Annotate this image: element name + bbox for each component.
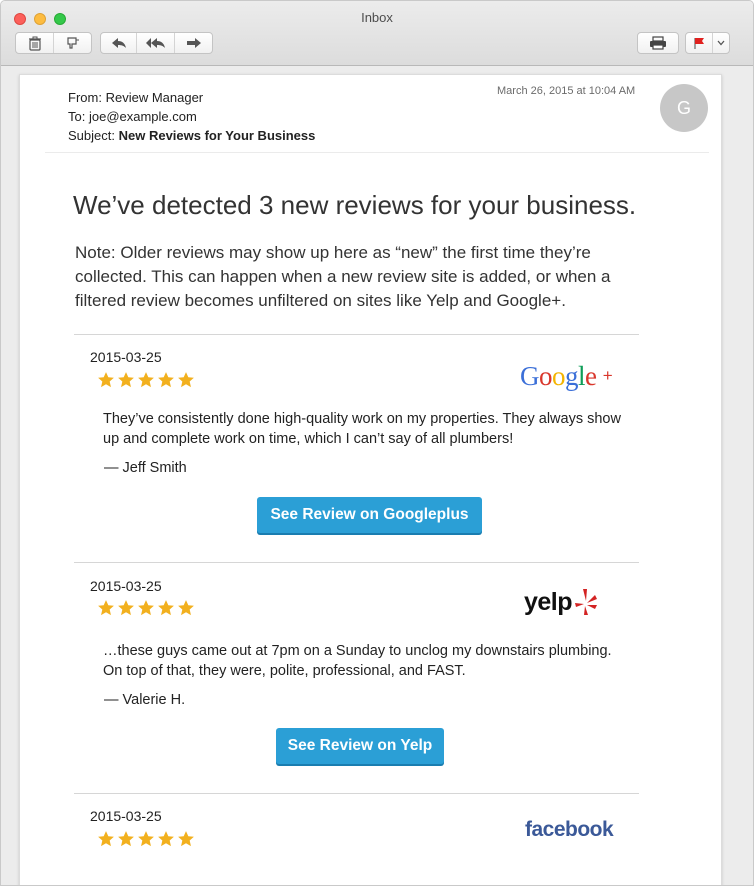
delete-button[interactable]	[16, 33, 54, 53]
mail-window: Inbox From: Review Manager To: joe@examp…	[0, 0, 754, 886]
yelp-logo-text: yelp	[524, 587, 573, 616]
reply-icon	[111, 38, 126, 48]
to-line: To: joe@example.com	[68, 109, 197, 124]
star-icon	[98, 600, 114, 616]
review-date: 2015-03-25	[90, 349, 162, 365]
review-date: 2015-03-25	[90, 578, 162, 594]
subject-label: Subject:	[68, 128, 115, 143]
message-date: March 26, 2015 at 10:04 AM	[497, 85, 636, 97]
print-group	[637, 32, 679, 54]
print-icon	[650, 36, 666, 50]
star-icon	[158, 831, 174, 847]
facebook-logo-text: facebook	[525, 818, 614, 841]
junk-button[interactable]	[54, 33, 91, 53]
star-icon	[178, 831, 194, 847]
star-icon	[178, 372, 194, 388]
google-plus-logo: Google +	[520, 361, 613, 392]
star-icon	[98, 831, 114, 847]
google-plus-sign: +	[602, 366, 613, 385]
forward-button[interactable]	[175, 33, 212, 53]
email-headline: We’ve detected 3 new reviews for your bu…	[73, 190, 637, 220]
from-value[interactable]: Review Manager	[106, 90, 204, 105]
star-rating	[97, 599, 195, 617]
flag-icon	[694, 37, 704, 49]
review-text: They’ve consistently done high-quality w…	[103, 411, 621, 447]
message-viewer: From: Review Manager To: joe@example.com…	[1, 66, 753, 885]
from-label: From:	[68, 90, 102, 105]
subject-value: New Reviews for Your Business	[118, 128, 316, 143]
flag-menu-button[interactable]	[713, 33, 729, 53]
to-label: To:	[68, 109, 86, 124]
star-rating	[97, 830, 195, 848]
reply-button[interactable]	[101, 33, 137, 53]
star-icon	[178, 600, 194, 616]
to-value[interactable]: joe@example.com	[89, 109, 197, 124]
message-body: From: Review Manager To: joe@example.com…	[19, 74, 722, 885]
review-date: 2015-03-25	[90, 808, 162, 824]
window-title: Inbox	[361, 10, 393, 25]
yelp-logo: yelp	[524, 587, 599, 617]
star-icon	[158, 372, 174, 388]
review-text: …these guys came out at 7pm on a Sunday …	[103, 643, 612, 679]
title-bar: Inbox	[1, 1, 753, 66]
reply-group	[100, 32, 213, 54]
reply-all-icon	[145, 38, 165, 48]
scrollbar-track[interactable]	[728, 66, 752, 885]
email-note: Note: Older reviews may show up here as …	[75, 243, 611, 310]
review-author: — Valerie H.	[104, 692, 186, 708]
flag-button[interactable]	[686, 33, 713, 53]
star-icon	[98, 372, 114, 388]
star-icon	[138, 372, 154, 388]
reply-all-button[interactable]	[137, 33, 175, 53]
review-divider	[74, 334, 639, 335]
print-button[interactable]	[638, 33, 678, 53]
star-icon	[118, 831, 134, 847]
from-line: From: Review Manager	[68, 90, 203, 105]
yelp-burst-icon	[575, 589, 598, 615]
facebook-logo: facebook	[525, 818, 614, 842]
review-divider	[74, 562, 639, 563]
junk-icon	[66, 37, 79, 49]
forward-icon	[186, 38, 201, 48]
star-rating	[97, 371, 195, 389]
review-divider	[74, 793, 639, 794]
star-icon	[118, 372, 134, 388]
see-review-googleplus-button[interactable]: See Review on Googleplus	[257, 497, 482, 533]
trash-icon	[28, 36, 41, 51]
star-icon	[158, 600, 174, 616]
see-review-yelp-button[interactable]: See Review on Yelp	[276, 728, 444, 764]
star-icon	[138, 831, 154, 847]
avatar: G	[660, 84, 708, 132]
star-icon	[118, 600, 134, 616]
review-author: — Jeff Smith	[104, 460, 187, 476]
header-divider	[45, 152, 709, 153]
subject-line: Subject: New Reviews for Your Business	[68, 128, 315, 143]
star-icon	[138, 600, 154, 616]
delete-junk-group	[15, 32, 92, 54]
flag-group	[685, 32, 730, 54]
chevron-down-icon	[717, 40, 725, 46]
google-logo-text: Google	[520, 361, 597, 391]
